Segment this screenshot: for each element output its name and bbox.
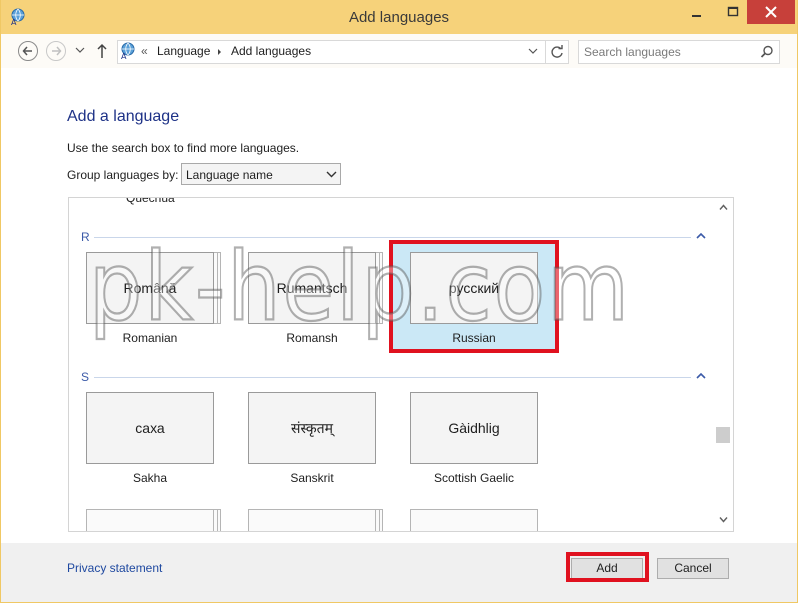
tile-native-name: Rumantsch	[248, 252, 376, 324]
list-item-label: Quechua	[126, 197, 175, 205]
language-icon: A	[121, 42, 135, 60]
add-languages-window: A Add languages A « Language Add languag…	[1, 0, 797, 602]
chevron-down-icon[interactable]	[75, 46, 85, 54]
group-header-r: R	[81, 230, 90, 244]
close-button[interactable]	[747, 0, 795, 24]
tile-native-name: саха	[86, 392, 214, 464]
refresh-icon	[551, 45, 563, 58]
language-list: Quechua R Română Romanian Rumantsch Roma…	[68, 197, 734, 532]
instruction-text: Use the search box to find more language…	[67, 141, 300, 155]
scroll-down-icon[interactable]	[719, 516, 728, 523]
maximize-icon	[727, 6, 739, 17]
breadcrumb-add-languages[interactable]: Add languages	[231, 44, 311, 58]
tile-language-name: Romansh	[286, 331, 338, 345]
tile-language-name: Romanian	[122, 331, 178, 345]
selection-annotation	[389, 240, 559, 353]
chevron-up-icon[interactable]	[696, 232, 706, 240]
page-title: Add a language	[67, 108, 180, 125]
scrollbar-thumb[interactable]	[716, 427, 730, 443]
group-divider	[94, 237, 691, 238]
title-bar: A Add languages	[1, 0, 797, 34]
footer: Privacy statement Add Cancel	[1, 543, 797, 602]
list-scrollbar[interactable]	[714, 198, 732, 531]
breadcrumb-overflow[interactable]: «	[141, 44, 148, 58]
window-title: Add languages	[348, 9, 450, 26]
tile-language-name: Scottish Gaelic	[433, 471, 515, 485]
forward-button[interactable]	[46, 41, 66, 61]
cancel-button[interactable]: Cancel	[657, 558, 729, 579]
add-button-annotation	[566, 552, 649, 582]
breadcrumb-language[interactable]: Language	[157, 44, 210, 58]
group-by-select[interactable]: Language name	[181, 163, 341, 185]
tile-native-name: Gàidhlig	[410, 392, 538, 464]
chevron-down-icon	[326, 171, 337, 178]
search-box[interactable]: Search languages	[578, 40, 780, 64]
refresh-button[interactable]	[545, 41, 568, 63]
back-button[interactable]	[18, 41, 38, 61]
arrow-right-icon	[52, 46, 62, 56]
arrow-left-icon	[22, 46, 32, 56]
search-icon[interactable]	[759, 44, 775, 60]
group-divider	[94, 377, 691, 378]
address-bar[interactable]: A « Language Add languages	[117, 40, 569, 64]
chevron-right-icon[interactable]	[217, 44, 223, 58]
group-by-label: Group languages by:	[67, 168, 179, 182]
scroll-up-icon[interactable]	[719, 204, 728, 211]
tile-native-name: Română	[86, 252, 214, 324]
search-placeholder[interactable]: Search languages	[584, 45, 681, 59]
svg-text:A: A	[121, 52, 127, 60]
tile-language-name: Sanskrit	[290, 471, 334, 485]
tile-language-name: Sakha	[132, 471, 168, 485]
chevron-up-icon[interactable]	[696, 372, 706, 380]
partial-tile[interactable]	[410, 509, 538, 531]
partial-tile[interactable]	[248, 509, 376, 531]
privacy-statement-link[interactable]: Privacy statement	[67, 561, 162, 575]
arrow-up-icon[interactable]	[95, 42, 109, 60]
navigation-bar: A « Language Add languages Search langua…	[1, 34, 797, 68]
chevron-down-icon[interactable]	[528, 46, 538, 56]
minimize-icon	[692, 15, 701, 17]
tile-native-name: संस्कृतम्	[248, 392, 376, 464]
close-icon	[765, 6, 777, 18]
group-header-s: S	[81, 370, 90, 384]
minimize-button[interactable]	[681, 0, 713, 24]
maximize-button[interactable]	[717, 0, 749, 24]
group-by-value: Language name	[186, 168, 273, 182]
partial-tile[interactable]	[86, 509, 214, 531]
